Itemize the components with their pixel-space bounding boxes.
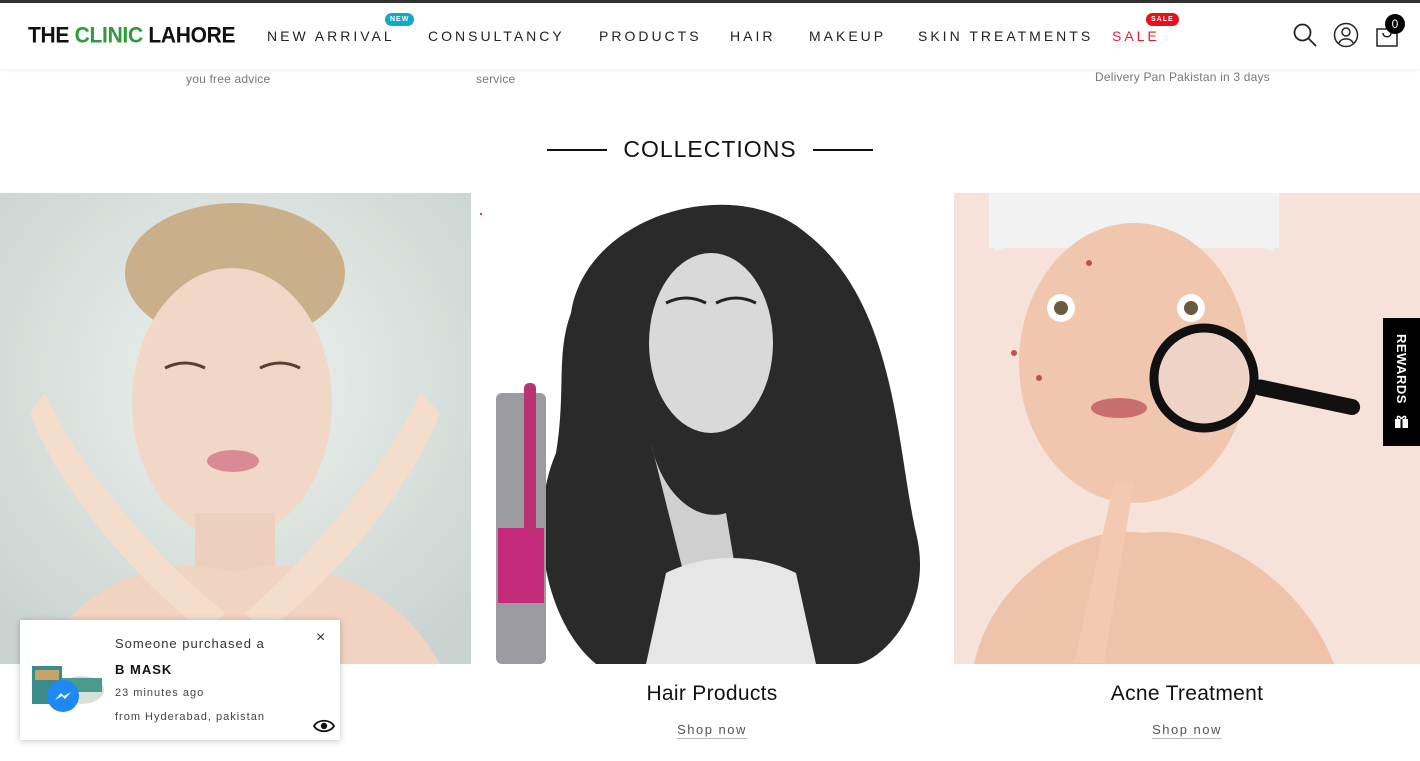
cart-count-badge: 0 — [1385, 14, 1405, 34]
main-nav: NEW ARRIVAL NEW CONSULTANCY PRODUCTS HAI… — [0, 3, 1420, 69]
site-header: THE CLINIC LAHORE NEW ARRIVAL NEW CONSUL… — [0, 3, 1420, 69]
new-badge: NEW — [385, 13, 415, 26]
collection-name-acne-treatment[interactable]: Acne Treatment — [954, 682, 1420, 706]
feature-text-service: service — [476, 72, 516, 86]
collection-name-hair-products[interactable]: Hair Products — [476, 682, 948, 706]
nav-sale[interactable]: SALE SALE — [1112, 13, 1179, 44]
collections-title: COLLECTIONS — [623, 136, 797, 162]
heading-line-right — [812, 148, 873, 151]
collection-image-face-care[interactable] — [0, 193, 471, 664]
collection-image-acne-treatment[interactable] — [954, 193, 1420, 664]
nav-hair[interactable]: HAIR — [730, 28, 775, 44]
popup-time: 23 minutes ago — [115, 687, 205, 699]
nav-consultancy[interactable]: CONSULTANCY — [428, 28, 565, 44]
rewards-tab[interactable]: REWARDS — [1383, 318, 1420, 446]
nav-new-arrival[interactable]: NEW ARRIVAL NEW — [267, 13, 415, 44]
close-icon[interactable]: × — [316, 629, 325, 647]
heading-line-left — [547, 148, 608, 151]
features-row: you free advice service Delivery Pan Pak… — [0, 68, 1420, 98]
feature-text-delivery: Delivery Pan Pakistan in 3 days — [1095, 70, 1270, 84]
nav-skin-treatments[interactable]: SKIN TREATMENTS — [918, 28, 1093, 44]
feature-text-advice: you free advice — [186, 72, 271, 86]
account-icon[interactable] — [1333, 22, 1359, 48]
collections-heading: COLLECTIONS — [0, 136, 1420, 163]
sale-badge: SALE — [1146, 13, 1179, 26]
shop-now-link-acne[interactable]: Shop now — [954, 722, 1420, 737]
popup-product-name[interactable]: B MASK — [115, 662, 172, 677]
messenger-icon[interactable] — [47, 680, 79, 712]
search-icon[interactable] — [1292, 22, 1318, 48]
collection-image-hair-products[interactable] — [476, 193, 948, 664]
nav-products[interactable]: PRODUCTS — [599, 28, 702, 44]
eye-icon[interactable] — [313, 719, 335, 733]
nav-makeup[interactable]: MAKEUP — [809, 28, 886, 44]
gift-icon — [1395, 415, 1408, 428]
shop-now-link-hair[interactable]: Shop now — [476, 722, 948, 737]
popup-location: from Hyderabad, pakistan — [115, 711, 265, 723]
popup-purchase-text: Someone purchased a — [115, 636, 265, 651]
